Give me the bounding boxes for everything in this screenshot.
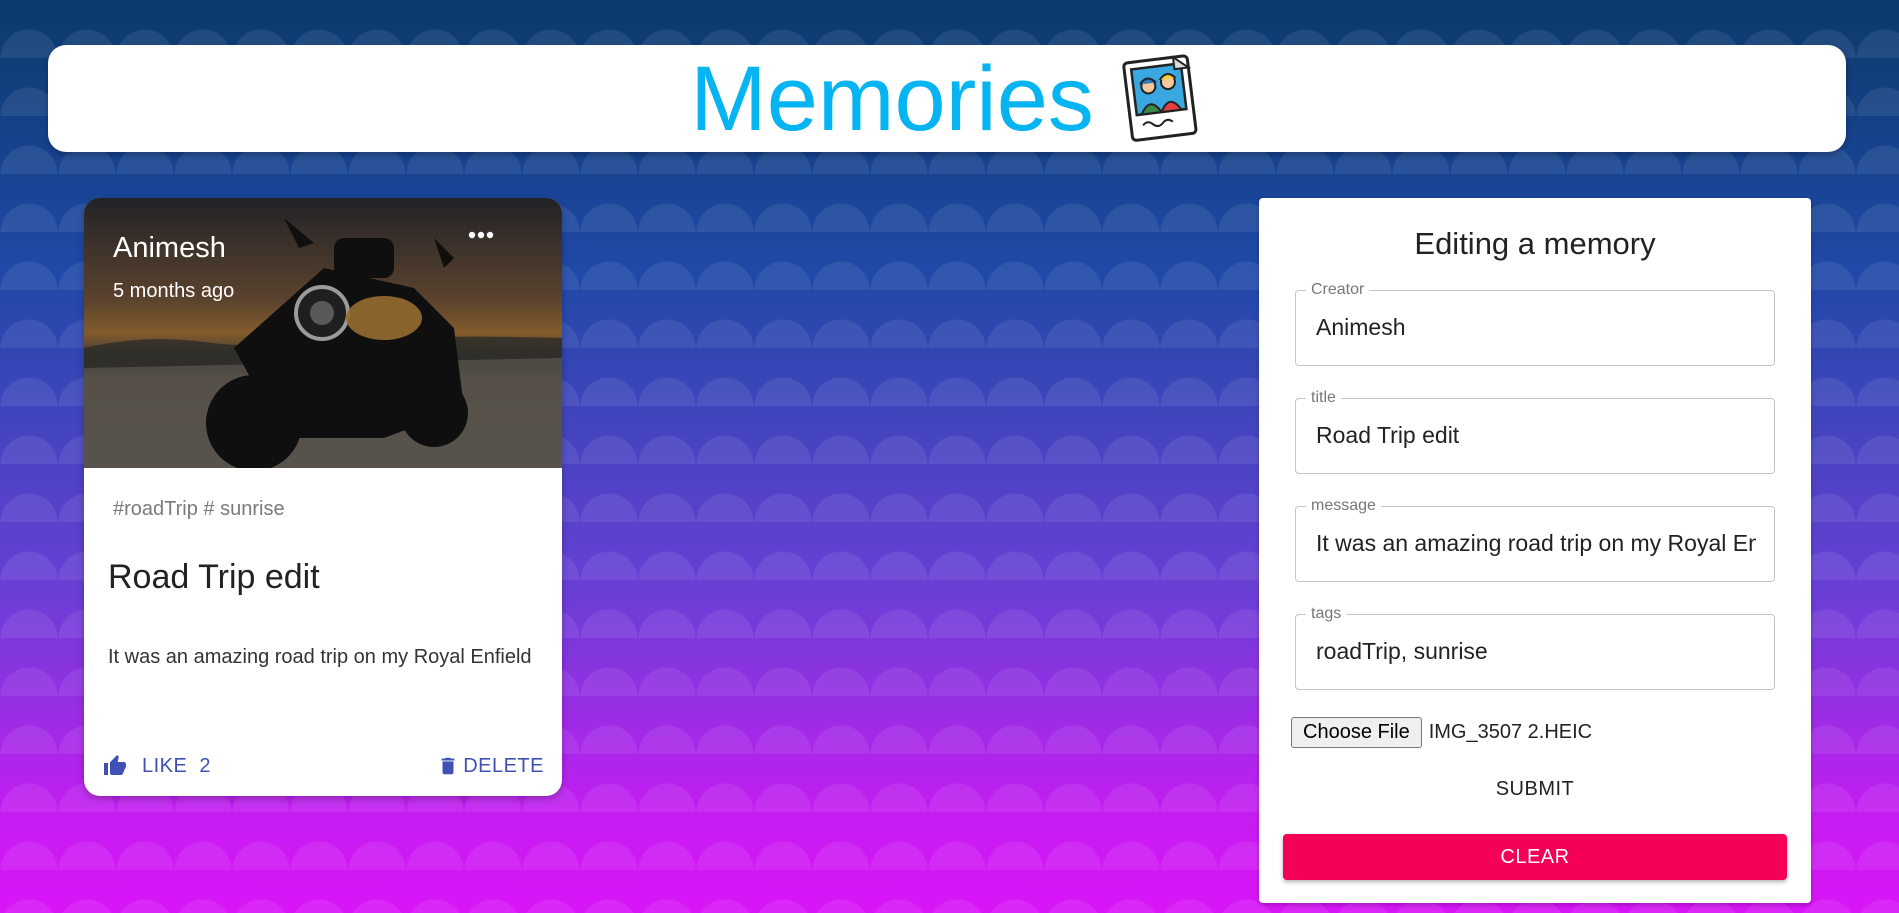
choose-file-button[interactable]: Choose File <box>1291 717 1422 748</box>
title-label: title <box>1311 389 1336 406</box>
post-creator: Animesh <box>113 232 226 264</box>
submit-button[interactable]: SUBMIT <box>1283 764 1787 814</box>
form-heading: Editing a memory <box>1414 226 1656 261</box>
creator-label: Creator <box>1311 281 1365 298</box>
thumb-up-icon <box>104 755 126 775</box>
creator-input[interactable] <box>1316 312 1756 342</box>
tags-input[interactable] <box>1316 636 1756 666</box>
message-label: message <box>1311 497 1376 514</box>
like-count: 2 <box>199 754 211 777</box>
polaroid-photo-icon <box>1122 53 1198 142</box>
more-options-button[interactable] <box>468 231 508 265</box>
file-name: IMG_3507 2.HEIC <box>1428 721 1593 743</box>
post-tags: #roadTrip # sunrise <box>113 498 285 520</box>
file-upload: Choose File IMG_3507 2.HEIC <box>1291 717 1592 748</box>
delete-button[interactable]: DELETE <box>437 749 544 783</box>
post-timestamp: 5 months ago <box>113 280 235 302</box>
post-title: Road Trip edit <box>108 558 320 596</box>
memory-image: Animesh 5 months ago <box>84 198 562 468</box>
card-actions: LIKE 2 DELETE <box>102 746 544 786</box>
memory-form: Editing a memory Creator title message t… <box>1259 198 1811 903</box>
tags-label: tags <box>1311 605 1342 622</box>
title-field: title <box>1295 390 1775 474</box>
clear-button[interactable]: CLEAR <box>1283 834 1787 880</box>
creator-field: Creator <box>1295 282 1775 366</box>
delete-label: DELETE <box>463 754 544 777</box>
post-message: It was an amazing road trip on my Royal … <box>108 646 532 668</box>
message-input[interactable] <box>1316 528 1756 558</box>
message-field: message <box>1295 498 1775 582</box>
title-input[interactable] <box>1316 420 1756 450</box>
app-title: Memories <box>690 47 1094 150</box>
more-horizontal-icon <box>468 231 494 239</box>
trash-icon <box>441 757 455 775</box>
like-button[interactable]: LIKE 2 <box>102 750 210 782</box>
app-header: Memories <box>48 45 1846 152</box>
tags-field: tags <box>1295 606 1775 690</box>
memory-card: Animesh 5 months ago #roadTrip # sunrise… <box>84 198 562 796</box>
like-label: LIKE <box>142 754 188 777</box>
